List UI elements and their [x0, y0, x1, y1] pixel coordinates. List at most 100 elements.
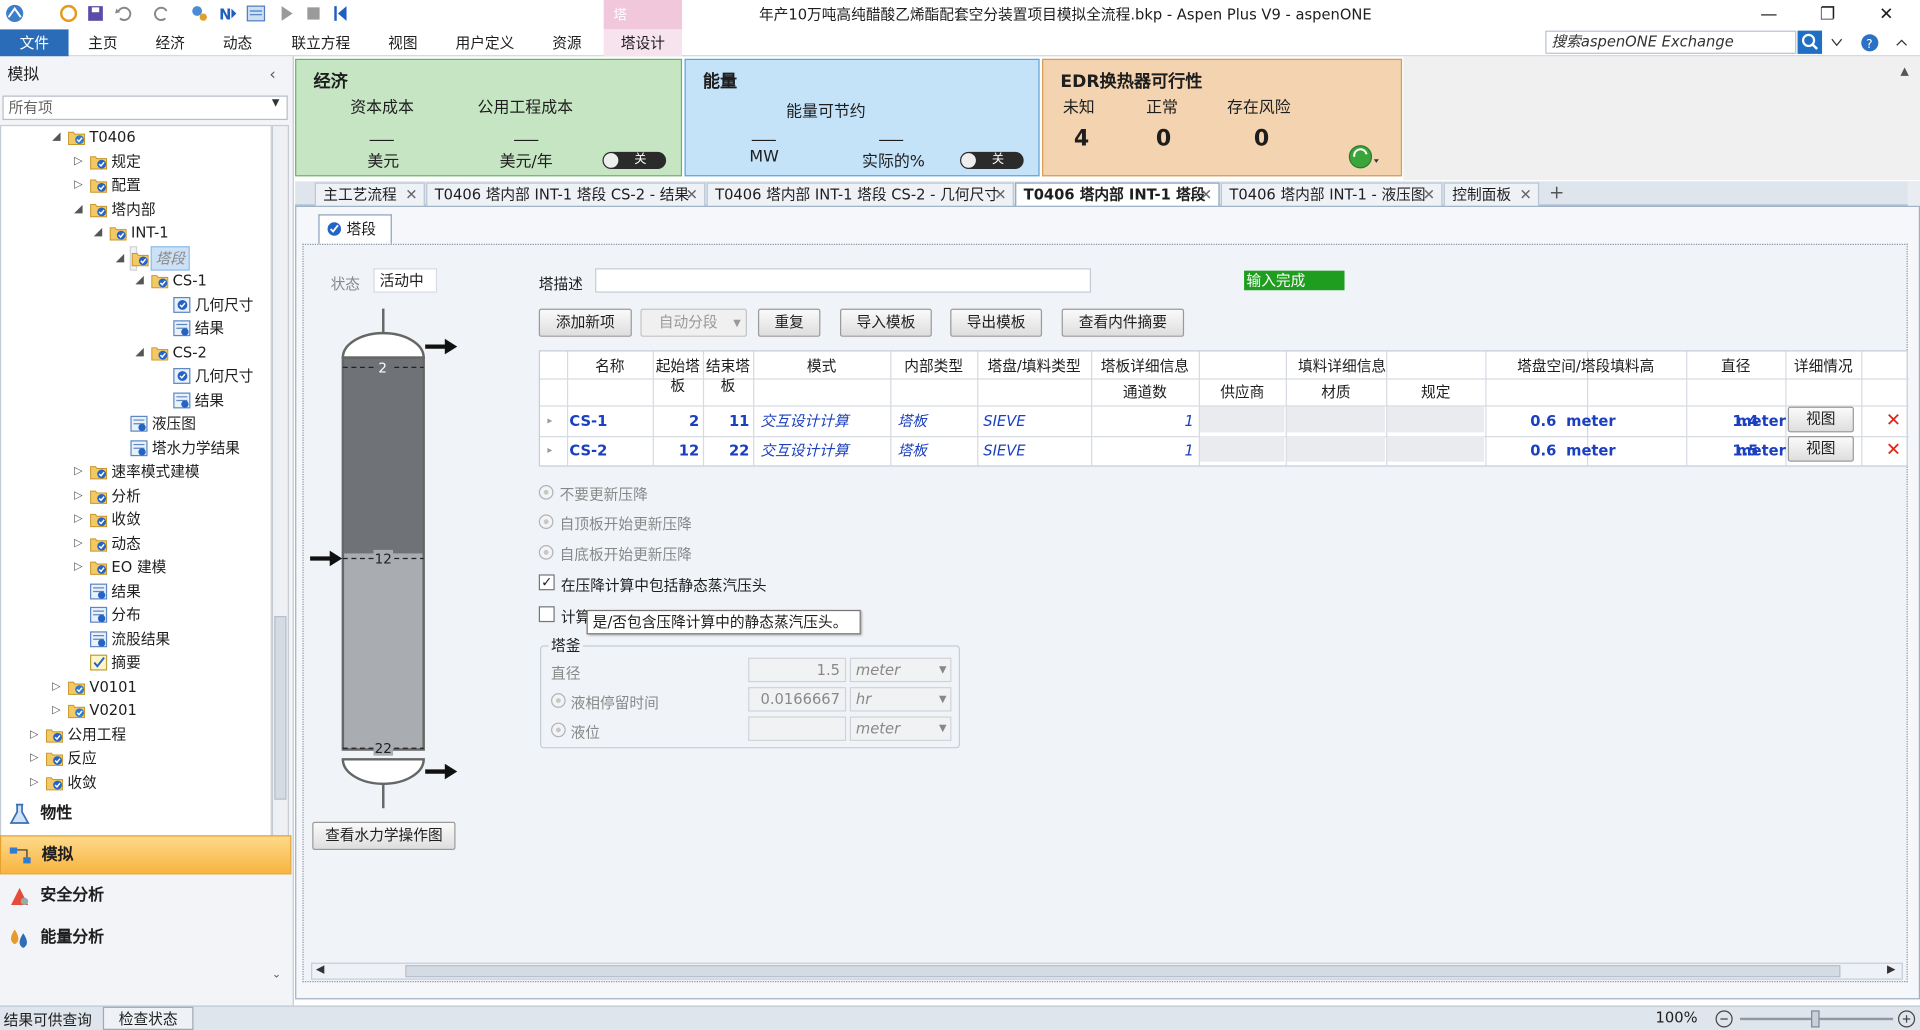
undo-icon[interactable] [114, 4, 134, 24]
search-button[interactable] [1797, 30, 1823, 54]
add-tab-icon[interactable]: + [1549, 181, 1564, 203]
spacing-cell[interactable]: 0.6 [1485, 440, 1556, 462]
from-bottom-radio[interactable] [538, 544, 554, 560]
start-stage-cell[interactable]: 12 [653, 440, 699, 462]
zoom-in-icon[interactable] [1897, 1009, 1917, 1029]
expander-icon[interactable]: ◢ [114, 247, 126, 269]
expander-icon[interactable]: ◢ [92, 222, 104, 245]
level-radio[interactable] [551, 722, 566, 738]
energy-panel[interactable]: 能量 能量可节约 ___ ___ MW 实际的% 关 [684, 58, 1040, 177]
reboiler-diameter-input[interactable]: 1.5 [748, 657, 847, 683]
tab-economics[interactable]: 经济 [143, 29, 197, 56]
close-button[interactable]: ✕ [1859, 0, 1914, 29]
economics-panel[interactable]: 经济 资本成本 公用工程成本 ___ ___ 美元 美元/年 关 [295, 58, 683, 177]
expander-icon[interactable]: ▷ [50, 699, 62, 722]
holdup-unit-select[interactable]: hr ▼ [849, 687, 952, 712]
internal-type-cell[interactable]: 塔板 [898, 410, 927, 432]
nav-pane-energy-drops[interactable]: 能量分析 [0, 919, 291, 958]
close-icon[interactable]: ✕ [1520, 184, 1532, 206]
close-icon[interactable]: ✕ [405, 184, 417, 206]
expander-icon[interactable]: ▷ [72, 174, 84, 197]
end-stage-cell[interactable]: 11 [703, 410, 749, 432]
tab-equation-oriented[interactable]: 联立方程 [284, 29, 357, 56]
exchange-search-input[interactable]: 搜索aspenONE Exchange [1545, 30, 1797, 54]
chevron-down-icon[interactable] [1829, 34, 1844, 51]
new-file-icon[interactable] [59, 4, 79, 24]
aspen-app-icon[interactable] [5, 4, 25, 24]
nav-pane-flask[interactable]: 物性 [0, 795, 291, 834]
passes-cell[interactable]: 1 [1091, 440, 1194, 462]
expander-icon[interactable]: ▷ [72, 532, 84, 555]
document-tab[interactable]: T0406 塔内部 INT-1 - 液压图 ✕ [1220, 182, 1443, 206]
tree-node[interactable]: ◢ 塔段 [116, 245, 190, 271]
expander-icon[interactable]: ◢ [133, 341, 145, 364]
control-panel-icon[interactable] [246, 4, 266, 24]
subtab-sections[interactable]: 塔段 [318, 214, 392, 244]
run-icon[interactable] [277, 4, 297, 24]
repeat-button[interactable]: 重复 [757, 308, 821, 337]
tab-resources[interactable]: 资源 [540, 29, 594, 56]
collapse-pane-icon[interactable]: ‹ [269, 64, 275, 88]
expander-icon[interactable]: ▷ [28, 723, 40, 746]
document-tab[interactable]: 控制面板 ✕ [1443, 182, 1540, 206]
expander-icon[interactable]: ◢ [133, 269, 145, 292]
expander-icon[interactable]: ◢ [50, 126, 62, 149]
expander-icon[interactable]: ▷ [28, 747, 40, 770]
calc-checkbox[interactable] [538, 606, 555, 623]
mode-cell[interactable]: 交互设计计算 [760, 440, 848, 462]
close-icon[interactable]: ✕ [686, 184, 698, 206]
internal-type-cell[interactable]: 塔板 [898, 440, 927, 462]
spacing-unit-cell[interactable]: meter [1566, 410, 1616, 432]
delete-row-icon[interactable]: ✕ [1886, 438, 1901, 460]
start-stage-cell[interactable]: 2 [653, 410, 699, 432]
tab-file[interactable]: 文件 [0, 29, 69, 57]
close-icon[interactable]: ✕ [994, 184, 1006, 206]
view-internals-summary-button[interactable]: 查看内件摘要 [1061, 308, 1185, 337]
nav-pane-safety[interactable]: 安全分析 [0, 877, 291, 916]
tree-scrollbar[interactable] [271, 124, 289, 843]
collapse-ribbon-icon[interactable] [1892, 33, 1912, 53]
document-tab[interactable]: T0406 塔内部 INT-1 塔段 CS-2 - 几何尺寸 ✕ [706, 182, 1014, 206]
row-selector[interactable]: ▸ [547, 410, 552, 432]
document-tab[interactable]: T0406 塔内部 INT-1 塔段 CS-2 - 结果 ✕ [426, 182, 706, 206]
tab-home[interactable]: 主页 [76, 29, 130, 56]
close-icon[interactable]: ✕ [1423, 184, 1435, 206]
expander-icon[interactable]: ▷ [72, 150, 84, 173]
tab-dynamics[interactable]: 动态 [211, 29, 265, 56]
spacing-cell[interactable]: 0.6 [1485, 410, 1556, 432]
expander-icon[interactable]: ▷ [72, 556, 84, 579]
delete-row-icon[interactable]: ✕ [1886, 409, 1901, 431]
mode-cell[interactable]: 交互设计计算 [760, 410, 848, 432]
spacing-unit-cell[interactable]: meter [1566, 440, 1616, 462]
redo-icon[interactable] [152, 4, 172, 24]
nav-filter-select[interactable]: 所有项 [2, 95, 288, 121]
refresh-icon[interactable] [1347, 143, 1384, 170]
stop-icon[interactable] [304, 4, 324, 24]
check-status-button[interactable]: 检查状态 [102, 1006, 194, 1030]
diameter-unit-cell[interactable]: meter [1736, 410, 1786, 432]
description-input[interactable] [595, 268, 1092, 293]
tab-column-design[interactable]: 塔设计 [609, 29, 678, 56]
save-icon[interactable] [86, 4, 106, 24]
more-panes-icon[interactable]: ⌄ [272, 969, 281, 981]
tab-view[interactable]: 视图 [376, 29, 430, 56]
document-tab[interactable]: 主工艺流程 ✕ [314, 182, 425, 206]
next-icon[interactable]: N [218, 4, 238, 24]
scroll-left-icon[interactable]: ◀ [316, 964, 324, 976]
economics-toggle[interactable]: 关 [602, 151, 667, 170]
import-template-button[interactable]: 导入模板 [840, 308, 932, 337]
auto-section-dropdown[interactable]: 自动分段 ▼ [640, 308, 747, 337]
reconcile-icon[interactable] [190, 4, 210, 24]
level-unit-select[interactable]: meter ▼ [849, 716, 952, 741]
tray-type-cell[interactable]: SIEVE [983, 440, 1025, 462]
dashboard-collapse-icon[interactable]: ▲ [1900, 66, 1908, 78]
holdup-radio[interactable] [551, 693, 566, 708]
expander-icon[interactable]: ▷ [72, 460, 84, 483]
expander-icon[interactable]: ▷ [72, 484, 84, 507]
reset-icon[interactable] [331, 4, 351, 24]
minimize-button[interactable]: — [1741, 0, 1796, 29]
form-horizontal-scrollbar[interactable]: ◀ ▶ [311, 962, 1903, 980]
zoom-out-icon[interactable] [1714, 1009, 1734, 1029]
document-tab[interactable]: T0406 塔内部 INT-1 塔段 ✕ [1015, 182, 1220, 206]
nav-pane-flowsheet[interactable]: 模拟 [0, 835, 292, 875]
